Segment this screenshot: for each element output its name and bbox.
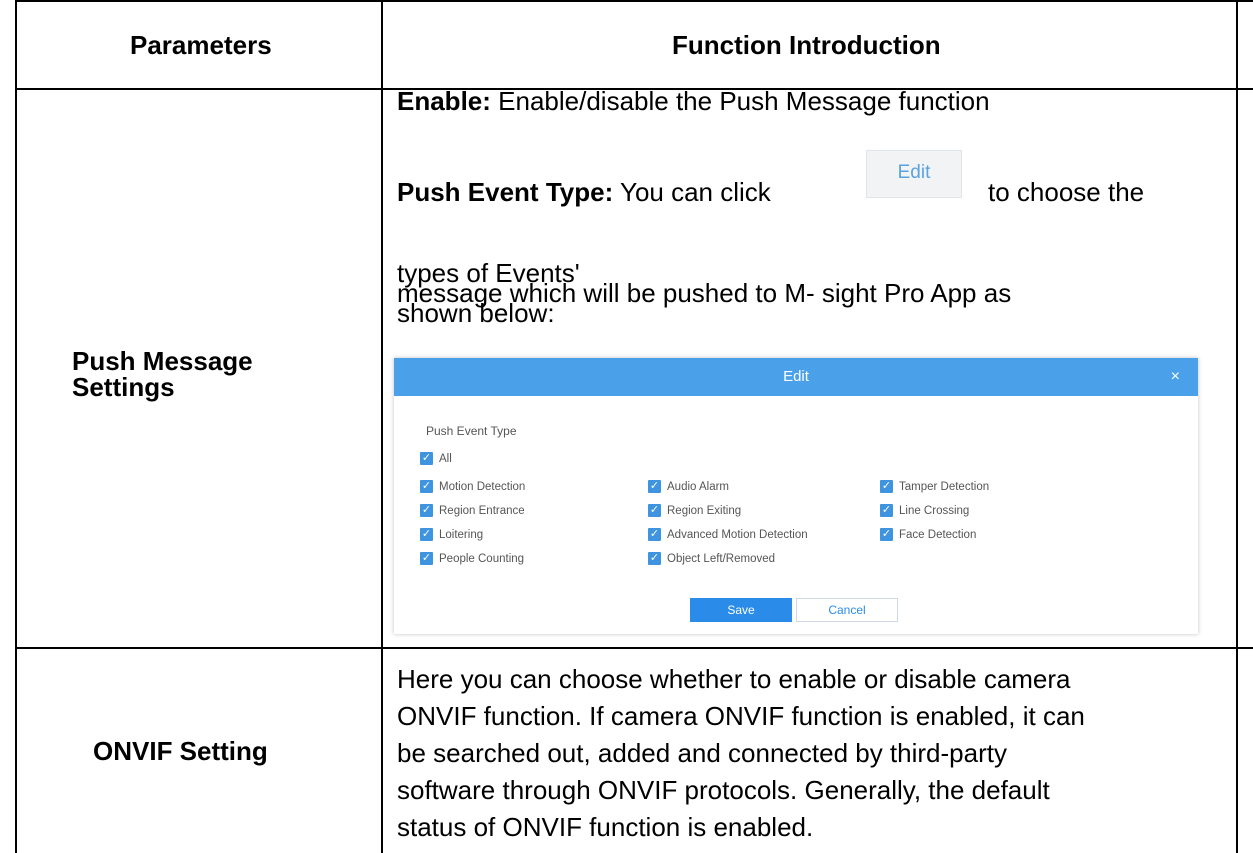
- check-icon: ✓: [420, 480, 433, 494]
- header-function-introduction: Function Introduction: [672, 30, 941, 60]
- push-event-type-line: Push Event Type: You can click: [397, 177, 771, 207]
- push-event-type-text-b: to choose the: [988, 177, 1145, 207]
- table-left-border: [15, 0, 17, 853]
- table-right-border: [1236, 0, 1238, 853]
- enable-line: Enable: Enable/disable the Push Message …: [397, 86, 990, 116]
- onvif-line-3: be searched out, added and connected by …: [397, 738, 1007, 768]
- checkbox-face-detection[interactable]: ✓ Face Detection: [880, 528, 976, 542]
- check-icon: ✓: [880, 480, 893, 494]
- checkbox-motion-detection[interactable]: ✓ Motion Detection: [420, 480, 525, 494]
- dialog-title: Edit: [394, 358, 1198, 396]
- close-icon[interactable]: ×: [1171, 358, 1180, 396]
- cancel-button[interactable]: Cancel: [796, 598, 898, 622]
- enable-label: Enable:: [397, 86, 491, 116]
- push-event-type-text-a: You can click: [620, 177, 771, 207]
- row-divider: [15, 647, 1253, 649]
- events-line-3: shown below:: [397, 298, 555, 328]
- check-icon: ✓: [420, 452, 433, 466]
- check-icon: ✓: [648, 480, 661, 494]
- push-event-type-label: Push Event Type:: [397, 177, 614, 207]
- param-onvif-setting: ONVIF Setting: [93, 736, 268, 766]
- onvif-line-1: Here you can choose whether to enable or…: [397, 664, 1071, 694]
- checkbox-object-left-removed[interactable]: ✓ Object Left/Removed: [648, 552, 775, 566]
- header-parameters: Parameters: [130, 30, 272, 60]
- column-divider: [381, 0, 383, 853]
- check-icon: ✓: [420, 504, 433, 518]
- push-event-type-heading: Push Event Type: [426, 424, 517, 438]
- check-icon: ✓: [648, 504, 661, 518]
- checkbox-audio-alarm[interactable]: ✓ Audio Alarm: [648, 480, 729, 494]
- check-icon: ✓: [880, 504, 893, 518]
- table-top-border: [15, 0, 1253, 2]
- check-icon: ✓: [648, 552, 661, 566]
- param-push-message-settings: Push Message Settings: [72, 346, 253, 402]
- edit-dialog-screenshot: Edit × Push Event Type ✓ All ✓ Motion Dete…: [394, 358, 1198, 634]
- checkbox-all[interactable]: ✓ All: [420, 452, 452, 466]
- check-icon: ✓: [880, 528, 893, 542]
- checkbox-advanced-motion-detection[interactable]: ✓ Advanced Motion Detection: [648, 528, 808, 542]
- onvif-line-4: software through ONVIF protocols. Genera…: [397, 775, 1050, 805]
- check-icon: ✓: [420, 552, 433, 566]
- checkbox-line-crossing[interactable]: ✓ Line Crossing: [880, 504, 969, 518]
- check-icon: ✓: [420, 528, 433, 542]
- onvif-line-2: ONVIF function. If camera ONVIF function…: [397, 701, 1085, 731]
- checkbox-loitering[interactable]: ✓ Loitering: [420, 528, 483, 542]
- onvif-line-5: status of ONVIF function is enabled.: [397, 812, 814, 842]
- checkbox-people-counting[interactable]: ✓ People Counting: [420, 552, 524, 566]
- edit-button[interactable]: Edit: [866, 150, 962, 198]
- enable-text: Enable/disable the Push Message function: [498, 86, 990, 116]
- save-button[interactable]: Save: [690, 598, 792, 622]
- checkbox-region-exiting[interactable]: ✓ Region Exiting: [648, 504, 741, 518]
- checkbox-region-entrance[interactable]: ✓ Region Entrance: [420, 504, 525, 518]
- checkbox-tamper-detection[interactable]: ✓ Tamper Detection: [880, 480, 989, 494]
- check-icon: ✓: [648, 528, 661, 542]
- parameters-table: Parameters Function Introduction Push Me…: [0, 0, 1253, 853]
